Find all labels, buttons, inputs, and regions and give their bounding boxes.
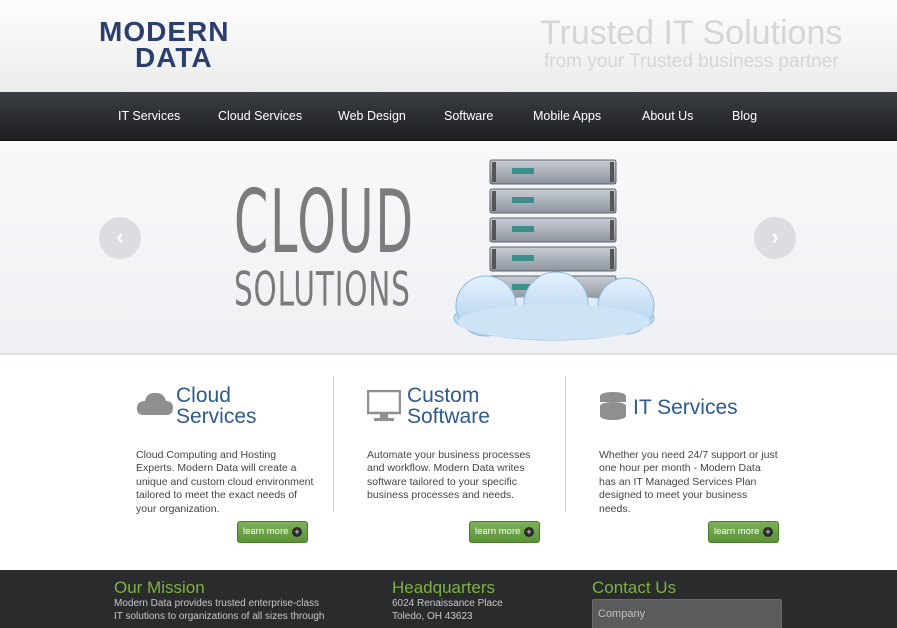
logo[interactable]: MODERN DATA xyxy=(99,16,274,73)
database-icon xyxy=(600,392,626,420)
chevron-left-icon: ‹ xyxy=(116,224,124,249)
cloud-illustration-icon xyxy=(453,271,655,341)
service-divider xyxy=(333,376,334,512)
service-description: Automate your business processes and wor… xyxy=(367,449,531,502)
footer-mission-line: IT solutions to organizations of all siz… xyxy=(114,610,325,622)
tagline-main: Trusted IT Solutions xyxy=(540,14,843,52)
footer-contact-title: Contact Us xyxy=(592,578,677,597)
nav-item-mobile-apps[interactable]: Mobile Apps xyxy=(533,92,601,141)
footer-hq-title: Headquarters xyxy=(392,578,496,597)
learn-more-label: learn more xyxy=(475,526,521,537)
slider-next-button[interactable]: › xyxy=(754,217,796,259)
service-custom-software: Custom Software Automate your business p… xyxy=(367,356,557,570)
tagline-sub: from your Trusted business partner xyxy=(544,51,839,72)
tagline: Trusted IT Solutions from your Trusted b… xyxy=(540,14,843,72)
learn-more-button-software[interactable]: learn more + xyxy=(469,521,540,543)
monitor-icon xyxy=(367,390,401,421)
nav-item-blog[interactable]: Blog xyxy=(732,92,757,141)
nav-item-software[interactable]: Software xyxy=(444,92,493,141)
nav-item-it-services[interactable]: IT Services xyxy=(118,92,180,141)
service-title-line2: Services xyxy=(176,405,257,428)
service-it-services: IT Services Whether you need 24/7 suppor… xyxy=(599,356,789,570)
service-title: IT Services xyxy=(633,396,738,419)
footer-mission-title: Our Mission xyxy=(114,578,205,597)
nav-item-web-design[interactable]: Web Design xyxy=(338,92,406,141)
service-divider xyxy=(565,376,566,512)
nav-item-about-us[interactable]: About Us xyxy=(642,92,693,141)
footer-hq-line: Toledo, OH 43623 xyxy=(392,610,473,622)
plus-icon: + xyxy=(292,527,302,537)
slider-prev-button[interactable]: ‹ xyxy=(99,217,141,259)
service-description: Whether you need 24/7 support or just on… xyxy=(599,449,778,515)
footer-mission-text: Modern Data provides trusted enterprise-… xyxy=(114,598,325,623)
learn-more-button-cloud[interactable]: learn more + xyxy=(237,521,308,543)
hero-title-cloud: CLOUD xyxy=(234,172,415,274)
service-title: Cloud xyxy=(176,384,231,407)
footer-hq-address: 6024 Renaissance Place Toledo, OH 43623 xyxy=(392,598,503,623)
footer-hq-line: 6024 Renaissance Place xyxy=(392,598,503,609)
service-title-line2: Software xyxy=(407,405,490,428)
service-title: Custom xyxy=(407,384,480,407)
plus-icon: + xyxy=(763,527,773,537)
learn-more-button-it[interactable]: learn more + xyxy=(708,521,779,543)
site-footer: Our Mission Modern Data provides trusted… xyxy=(0,570,897,628)
cloud-icon xyxy=(136,392,173,415)
learn-more-label: learn more xyxy=(243,526,289,537)
chevron-right-icon: › xyxy=(771,224,779,249)
services-section: Cloud Services Cloud Computing and Hosti… xyxy=(0,356,897,570)
learn-more-label: learn more xyxy=(714,526,760,537)
nav-item-cloud-services[interactable]: Cloud Services xyxy=(218,92,302,141)
server-cloud-illustration xyxy=(453,159,655,341)
main-nav: IT Services Cloud Services Web Design So… xyxy=(0,92,897,141)
hero-slider: ‹ › CLOUD SOLUTIONS xyxy=(0,142,897,355)
service-description: Cloud Computing and Hosting Experts. Mod… xyxy=(136,449,314,515)
footer-mission-line: Modern Data provides trusted enterprise-… xyxy=(114,598,320,609)
site-header: MODERN DATA Trusted IT Solutions from yo… xyxy=(0,0,897,92)
plus-icon: + xyxy=(524,527,534,537)
company-input[interactable] xyxy=(592,599,782,628)
hero-title-solutions: SOLUTIONS xyxy=(234,264,411,318)
logo-text-data: DATA xyxy=(135,42,213,73)
service-cloud: Cloud Services Cloud Computing and Hosti… xyxy=(136,356,326,570)
